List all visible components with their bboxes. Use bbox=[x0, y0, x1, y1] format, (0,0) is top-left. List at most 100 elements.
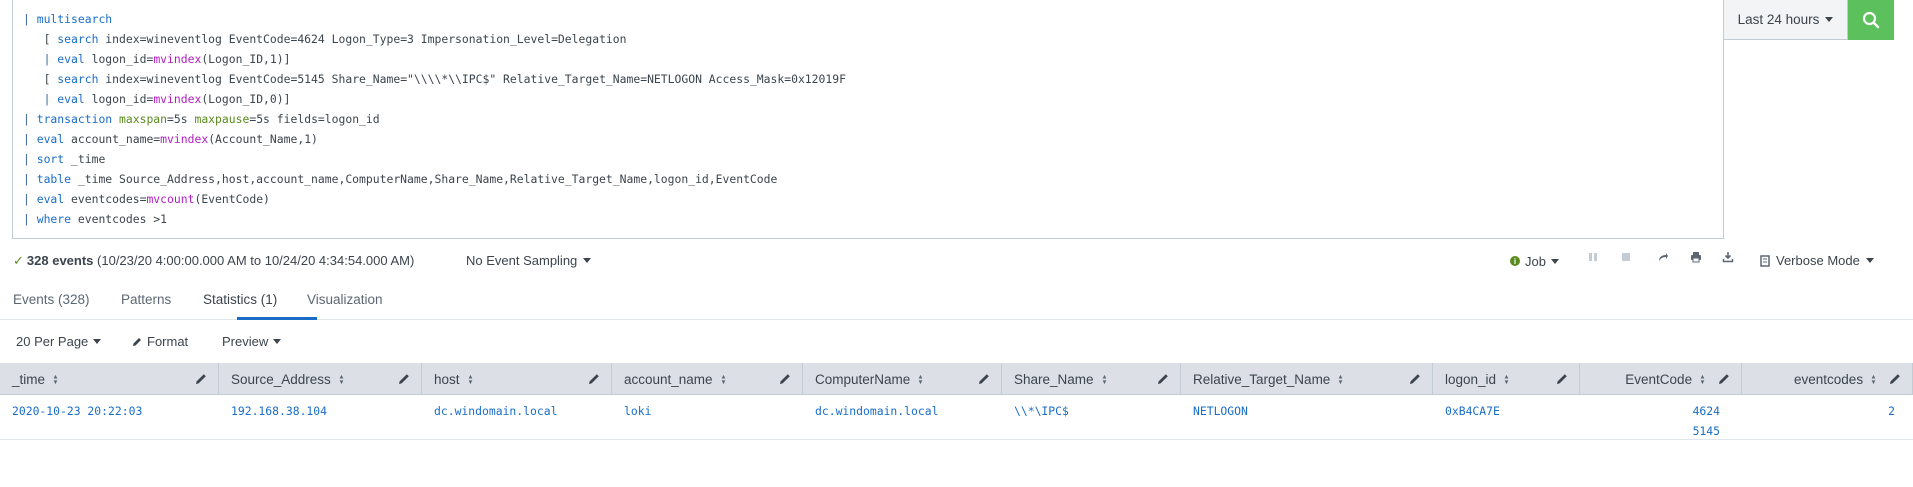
column-header-eventcode[interactable]: EventCode ▲ ▼ bbox=[1580, 363, 1742, 395]
tab-events[interactable]: Events (328) bbox=[13, 292, 90, 307]
event-sampling-dropdown[interactable]: No Event Sampling bbox=[466, 253, 592, 268]
sort-icon[interactable]: ▲ ▼ bbox=[52, 373, 58, 385]
sort-icon[interactable]: ▲ ▼ bbox=[1870, 373, 1876, 385]
table-row: 2020-10-23 20:22:03 192.168.38.104 dc.wind… bbox=[0, 395, 1913, 440]
spl-token: [ bbox=[43, 32, 58, 46]
column-header-account-name[interactable]: account_name ▲ ▼ bbox=[612, 363, 803, 395]
column-header-label: logon_id bbox=[1445, 371, 1497, 387]
active-tab-indicator bbox=[237, 317, 317, 320]
spl-token: =5s fields=logon_id bbox=[249, 112, 380, 126]
spl-token: eventcodes >1 bbox=[71, 212, 168, 226]
column-header-eventcodes[interactable]: eventcodes ▲ ▼ bbox=[1742, 363, 1913, 395]
pencil-icon[interactable] bbox=[194, 372, 208, 386]
tab-statistics[interactable]: Statistics (1) bbox=[203, 292, 277, 307]
cell-account-name[interactable]: loki bbox=[612, 395, 803, 421]
spl-token: (Account_Name,1) bbox=[208, 132, 318, 146]
spl-line: | multisearch bbox=[23, 9, 846, 29]
cell--time[interactable]: 2020-10-23 20:22:03 bbox=[0, 395, 219, 421]
chevron-down-icon bbox=[93, 339, 102, 344]
spl-token: table bbox=[36, 172, 72, 186]
pause-icon[interactable] bbox=[1583, 247, 1603, 267]
share-icon[interactable] bbox=[1653, 247, 1673, 267]
column-header-computername[interactable]: ComputerName ▲ ▼ bbox=[803, 363, 1002, 395]
spl-token: where bbox=[36, 212, 72, 226]
spl-line: [ search index=wineventlog EventCode=514… bbox=[23, 69, 846, 89]
cell-share-name[interactable]: \\*\IPC$ bbox=[1002, 395, 1181, 421]
results-tabs: Events (328) Patterns Statistics (1) Vis… bbox=[0, 280, 1913, 320]
spl-line: | eval logon_id=mvindex(Logon_ID,0)] bbox=[23, 89, 846, 109]
column-header-source-address[interactable]: Source_Address ▲ ▼ bbox=[219, 363, 422, 395]
spl-line: | eval eventcodes=mvcount(EventCode) bbox=[23, 189, 846, 209]
column-header-host[interactable]: host ▲ ▼ bbox=[422, 363, 612, 395]
sort-icon[interactable]: ▲ ▼ bbox=[720, 373, 726, 385]
cell-value[interactable]: 4624 bbox=[1592, 401, 1720, 421]
format-button[interactable]: Format bbox=[132, 334, 188, 349]
search-icon bbox=[1862, 11, 1880, 29]
column-header-label: EventCode bbox=[1625, 371, 1693, 387]
pencil-icon[interactable] bbox=[397, 372, 411, 386]
column-header-logon-id[interactable]: logon_id ▲ ▼ bbox=[1433, 363, 1580, 395]
chevron-down-icon bbox=[1825, 17, 1834, 22]
search-button[interactable] bbox=[1848, 0, 1894, 40]
search-status-bar: ✓ 328 events (10/23/20 4:00:00.000 AM to … bbox=[0, 247, 1913, 275]
pencil-icon[interactable] bbox=[1717, 372, 1731, 386]
sort-icon[interactable]: ▲ ▼ bbox=[1101, 373, 1107, 385]
print-icon[interactable] bbox=[1686, 247, 1706, 267]
chevron-down-icon bbox=[1865, 258, 1874, 263]
sort-icon[interactable]: ▲ ▼ bbox=[1699, 373, 1705, 385]
spl-token: search bbox=[57, 32, 99, 46]
cell-eventcode[interactable]: 4624 5145 bbox=[1580, 395, 1742, 441]
cell-value[interactable]: 5145 bbox=[1592, 421, 1720, 441]
export-icon[interactable] bbox=[1718, 247, 1738, 267]
stop-icon[interactable] bbox=[1616, 247, 1636, 267]
cell-relative-target-name[interactable]: NETLOGON bbox=[1181, 395, 1433, 421]
sort-icon[interactable]: ▲ ▼ bbox=[467, 373, 473, 385]
tab-patterns[interactable]: Patterns bbox=[121, 292, 171, 307]
search-query-editor[interactable]: | multisearch [ search index=wineventlog… bbox=[12, 0, 1724, 239]
sort-icon[interactable]: ▲ ▼ bbox=[1338, 373, 1344, 385]
spl-token: account_name= bbox=[64, 132, 161, 146]
cell-host[interactable]: dc.windomain.local bbox=[422, 395, 612, 421]
pencil-icon[interactable] bbox=[977, 372, 991, 386]
pencil-icon[interactable] bbox=[1408, 372, 1422, 386]
tab-visualization[interactable]: Visualization bbox=[307, 292, 383, 307]
spl-token: logon_id= bbox=[84, 52, 154, 66]
column-header--time[interactable]: _time ▲ ▼ bbox=[0, 363, 219, 395]
cell-source-address[interactable]: 192.168.38.104 bbox=[219, 395, 422, 421]
spl-line: | table _time Source_Address,host,accoun… bbox=[23, 169, 846, 189]
spl-query-text[interactable]: | multisearch [ search index=wineventlog… bbox=[23, 9, 846, 229]
spl-token: (Logon_ID,0)] bbox=[201, 92, 291, 106]
cell-logon-id[interactable]: 0xB4CA7E bbox=[1433, 395, 1580, 421]
spl-token: | bbox=[23, 152, 37, 166]
sort-icon[interactable]: ▲ ▼ bbox=[918, 373, 924, 385]
pencil-icon[interactable] bbox=[1156, 372, 1170, 386]
spl-token: maxspan bbox=[119, 112, 168, 126]
sort-icon[interactable]: ▲ ▼ bbox=[338, 373, 344, 385]
column-header-share-name[interactable]: Share_Name ▲ ▼ bbox=[1002, 363, 1181, 395]
search-mode-dropdown[interactable]: Verbose Mode bbox=[1760, 253, 1874, 268]
spl-token: | bbox=[23, 112, 37, 126]
event-count: 328 events bbox=[26, 253, 94, 268]
spl-token: | bbox=[23, 132, 37, 146]
spl-token: | bbox=[23, 12, 37, 26]
per-page-dropdown[interactable]: 20 Per Page bbox=[16, 334, 102, 349]
results-table: _time ▲ ▼ Source_Address ▲ ▼ host ▲ ▼ account_nam… bbox=[0, 363, 1913, 440]
event-summary: ✓ 328 events (10/23/20 4:00:00.000 AM to … bbox=[13, 253, 414, 269]
column-header-label: ComputerName bbox=[815, 371, 911, 387]
chevron-down-icon bbox=[1550, 258, 1559, 264]
pencil-icon[interactable] bbox=[778, 372, 792, 386]
pencil-icon[interactable] bbox=[1888, 372, 1902, 386]
spl-line: | where eventcodes >1 bbox=[23, 209, 846, 229]
spl-token: index=wineventlog EventCode=5145 Share_N… bbox=[98, 72, 846, 86]
sort-icon[interactable]: ▲ ▼ bbox=[1503, 373, 1509, 385]
pencil-icon[interactable] bbox=[587, 372, 601, 386]
cell-eventcodes[interactable]: 2 bbox=[1742, 395, 1913, 421]
pencil-icon[interactable] bbox=[1555, 372, 1569, 386]
cell-computername[interactable]: dc.windomain.local bbox=[803, 395, 1002, 421]
preview-dropdown[interactable]: Preview bbox=[222, 334, 282, 349]
job-menu[interactable]: i Job bbox=[1510, 254, 1559, 269]
column-header-relative-target-name[interactable]: Relative_Target_Name ▲ ▼ bbox=[1181, 363, 1433, 395]
per-page-label: 20 Per Page bbox=[16, 334, 89, 349]
spl-token: _time bbox=[64, 152, 106, 166]
time-range-picker[interactable]: Last 24 hours bbox=[1724, 0, 1848, 40]
